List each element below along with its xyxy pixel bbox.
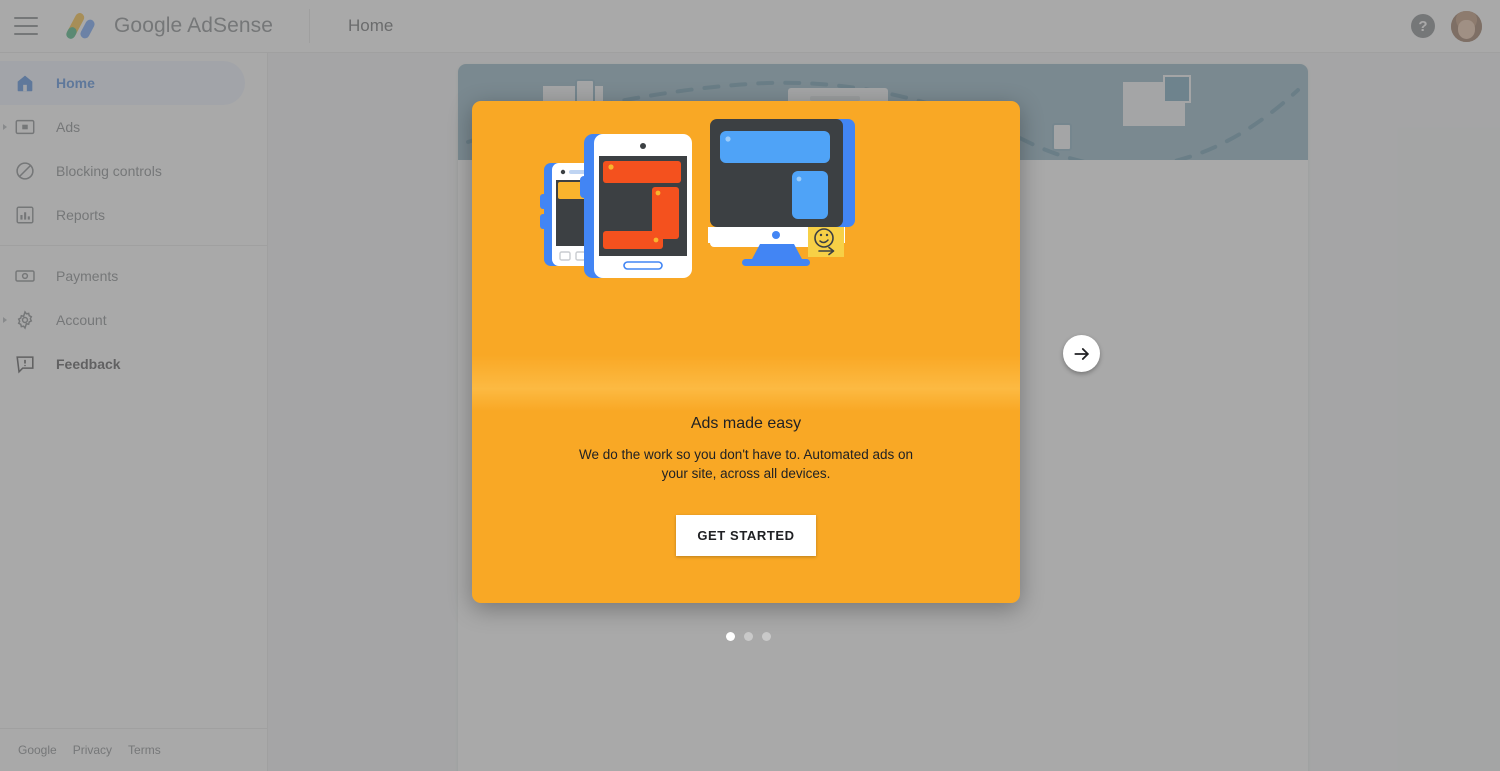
arrow-right-icon bbox=[1073, 347, 1089, 360]
modal-description: We do the work so you don't have to. Aut… bbox=[578, 447, 914, 481]
get-started-button[interactable]: GET STARTED bbox=[676, 515, 816, 556]
illustration-glow bbox=[472, 355, 1020, 411]
modal-title: Ads made easy bbox=[690, 415, 802, 432]
ads-promo-modal: Ads made easy We do the work so you don'… bbox=[472, 101, 1020, 603]
carousel-dot[interactable] bbox=[726, 632, 735, 641]
carousel-dots bbox=[726, 632, 771, 641]
devices-illustration bbox=[472, 101, 1020, 411]
carousel-dot[interactable] bbox=[744, 632, 753, 641]
carousel-dot[interactable] bbox=[762, 632, 771, 641]
carousel-next-button[interactable] bbox=[1063, 335, 1100, 372]
app-root: Google AdSense Home ? bbox=[0, 0, 1500, 771]
